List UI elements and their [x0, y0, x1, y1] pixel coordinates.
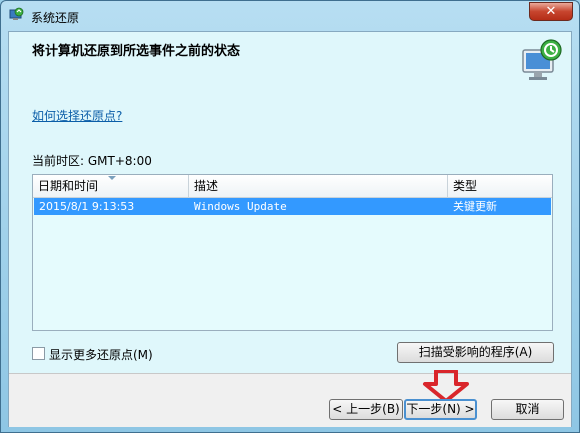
close-button[interactable]: ✕ — [529, 2, 573, 21]
column-header-type[interactable]: 类型 — [448, 175, 552, 197]
list-header: 日期和时间 描述 类型 — [33, 175, 552, 198]
system-restore-app-icon — [9, 7, 24, 20]
wizard-header: 将计算机还原到所选事件之前的状态 — [9, 32, 571, 86]
down-arrow-icon — [423, 370, 469, 402]
column-header-description[interactable]: 描述 — [189, 175, 447, 197]
wizard-content: 将计算机还原到所选事件之前的状态 如何选择还原点? 当前时区: GMT+8:00… — [8, 31, 572, 427]
back-button[interactable]: < 上一步(B) — [329, 399, 403, 420]
system-restore-window: 系统还原 ✕ 将计算机还原到所选事件之前的状态 如何选择还原点? 当前时区: G… — [0, 0, 580, 433]
cancel-button[interactable]: 取消 — [491, 399, 564, 420]
title-bar[interactable]: 系统还原 ✕ — [1, 1, 579, 31]
show-more-label[interactable]: 显示更多还原点(M) — [49, 346, 153, 363]
wizard-main: 如何选择还原点? 当前时区: GMT+8:00 日期和时间 描述 类型 2015… — [9, 86, 571, 373]
scan-affected-programs-button[interactable]: 扫描受影响的程序(A) — [397, 342, 554, 363]
restore-point-list[interactable]: 日期和时间 描述 类型 2015/8/1 9:13:53 Windows Upd… — [32, 174, 553, 331]
row-date: 2015/8/1 9:13:53 — [39, 200, 135, 213]
sort-arrow-icon — [108, 176, 116, 180]
system-restore-icon — [522, 39, 562, 80]
window-title: 系统还原 — [31, 11, 80, 25]
show-more-checkbox[interactable] — [32, 347, 45, 360]
help-link[interactable]: 如何选择还原点? — [32, 107, 122, 124]
row-description: Windows Update — [194, 200, 287, 213]
table-row[interactable]: 2015/8/1 9:13:53 Windows Update 关键更新 — [34, 198, 551, 215]
page-title: 将计算机还原到所选事件之前的状态 — [32, 44, 241, 59]
row-type: 关键更新 — [453, 200, 497, 213]
timezone-label: 当前时区: GMT+8:00 — [32, 154, 152, 168]
wizard-footer: < 上一步(B) 下一步(N) > 取消 — [9, 370, 571, 427]
next-button[interactable]: 下一步(N) > — [404, 399, 477, 420]
